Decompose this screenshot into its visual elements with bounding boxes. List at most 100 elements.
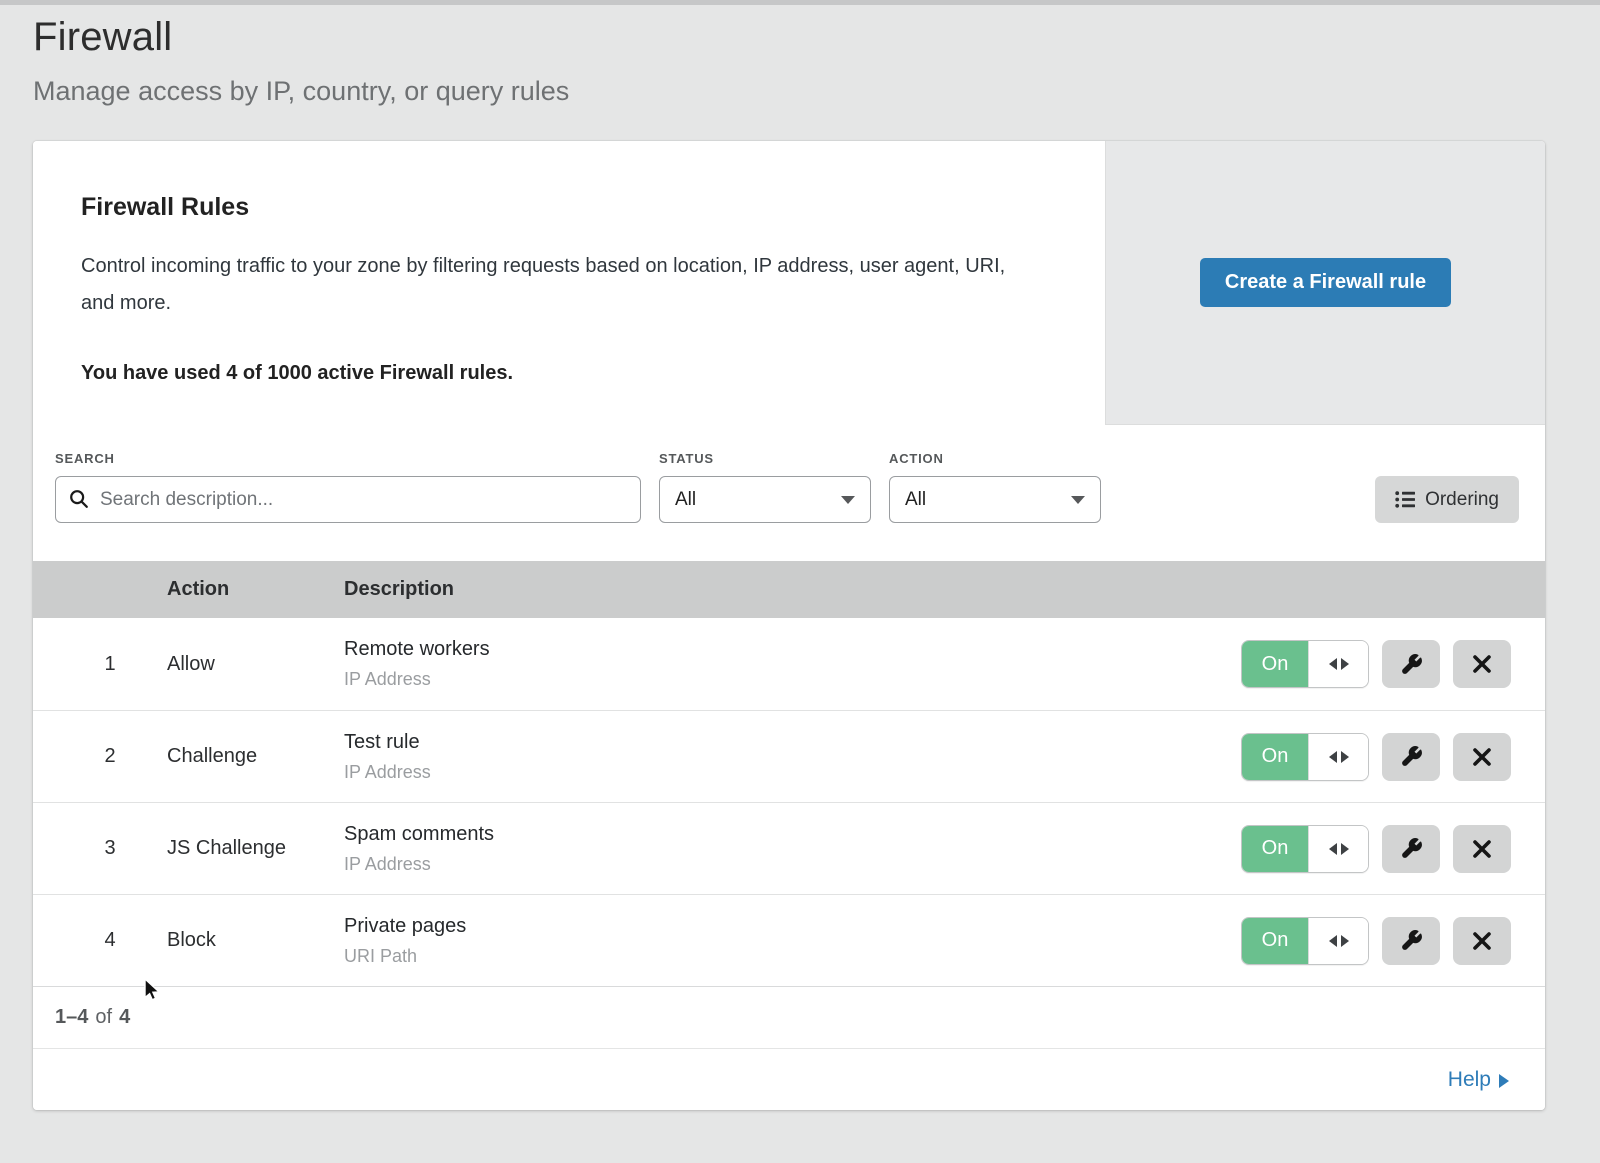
pagination: 1–4 of 4 <box>33 986 1545 1048</box>
action-column-header: Action <box>167 578 344 601</box>
table-row: 4 Block Private pages URI Path On <box>33 894 1545 986</box>
table-row: 1 Allow Remote workers IP Address On <box>33 618 1545 710</box>
triangle-right-icon <box>1341 658 1349 670</box>
rule-enabled-toggle[interactable]: On <box>1241 917 1369 965</box>
rule-action: JS Challenge <box>167 837 344 860</box>
rule-action: Block <box>167 929 344 952</box>
search-input[interactable] <box>55 476 641 523</box>
triangle-right-icon <box>1341 751 1349 763</box>
action-selected-value: All <box>905 489 926 511</box>
wrench-icon <box>1400 653 1423 676</box>
rule-match-type: IP Address <box>344 762 1241 783</box>
rule-match-type: IP Address <box>344 669 1241 690</box>
rule-action: Allow <box>167 653 344 676</box>
chevron-down-icon <box>1070 495 1086 505</box>
rule-description-cell: Remote workers IP Address <box>344 638 1241 690</box>
wrench-icon <box>1400 929 1423 952</box>
rule-description: Spam comments <box>344 823 1241 846</box>
triangle-right-icon <box>1341 843 1349 855</box>
rule-controls: On <box>1241 917 1545 965</box>
triangle-right-icon <box>1341 935 1349 947</box>
triangle-left-icon <box>1329 843 1337 855</box>
status-select[interactable]: All <box>659 476 871 523</box>
toggle-on-label[interactable]: On <box>1242 641 1308 687</box>
search-label: SEARCH <box>55 451 641 466</box>
firewall-rules-card: Firewall Rules Control incoming traffic … <box>33 141 1545 1110</box>
ordering-button[interactable]: Ordering <box>1375 476 1519 523</box>
edit-rule-button[interactable] <box>1382 825 1440 873</box>
toggle-drag-handle[interactable] <box>1308 641 1368 687</box>
rule-description: Remote workers <box>344 638 1241 661</box>
edit-rule-button[interactable] <box>1382 917 1440 965</box>
pagination-range: 1–4 <box>55 1006 88 1029</box>
page-header: Firewall Manage access by IP, country, o… <box>33 15 1600 107</box>
close-icon <box>1472 839 1492 859</box>
wrench-icon <box>1400 837 1423 860</box>
close-icon <box>1472 747 1492 767</box>
intro-description: Control incoming traffic to your zone by… <box>81 248 1031 322</box>
toggle-drag-handle[interactable] <box>1308 918 1368 964</box>
close-icon <box>1472 931 1492 951</box>
rule-priority: 4 <box>33 929 167 952</box>
rule-match-type: URI Path <box>344 946 1241 967</box>
chevron-down-icon <box>840 495 856 505</box>
delete-rule-button[interactable] <box>1453 640 1511 688</box>
create-rule-panel: Create a Firewall rule <box>1105 141 1545 425</box>
arrow-right-icon <box>1499 1074 1509 1088</box>
status-selected-value: All <box>675 489 696 511</box>
filters-bar: SEARCH STATUS All ACTION All <box>33 425 1545 561</box>
edit-rule-button[interactable] <box>1382 640 1440 688</box>
page-title: Firewall <box>33 15 1600 60</box>
edit-rule-button[interactable] <box>1382 733 1440 781</box>
window-top-edge <box>0 0 1600 5</box>
pagination-total: 4 <box>119 1006 130 1029</box>
table-row: 2 Challenge Test rule IP Address On <box>33 710 1545 802</box>
intro-section: Firewall Rules Control incoming traffic … <box>33 141 1545 425</box>
rule-controls: On <box>1241 640 1545 688</box>
rule-action: Challenge <box>167 745 344 768</box>
rule-enabled-toggle[interactable]: On <box>1241 825 1369 873</box>
intro-text-panel: Firewall Rules Control incoming traffic … <box>33 141 1105 425</box>
rule-description-cell: Test rule IP Address <box>344 731 1241 783</box>
rule-priority: 2 <box>33 745 167 768</box>
help-row: Help <box>33 1048 1545 1110</box>
action-filter-group: ACTION All <box>889 451 1101 523</box>
triangle-left-icon <box>1329 935 1337 947</box>
toggle-drag-handle[interactable] <box>1308 826 1368 872</box>
close-icon <box>1472 654 1492 674</box>
rules-usage-text: You have used 4 of 1000 active Firewall … <box>81 362 1045 385</box>
rule-controls: On <box>1241 825 1545 873</box>
delete-rule-button[interactable] <box>1453 917 1511 965</box>
delete-rule-button[interactable] <box>1453 825 1511 873</box>
page-subtitle: Manage access by IP, country, or query r… <box>33 76 1600 107</box>
rule-controls: On <box>1241 733 1545 781</box>
ordering-button-label: Ordering <box>1425 489 1499 511</box>
table-header: Action Description <box>33 561 1545 618</box>
help-link-label: Help <box>1448 1068 1491 1092</box>
action-select[interactable]: All <box>889 476 1101 523</box>
toggle-on-label[interactable]: On <box>1242 918 1308 964</box>
search-icon <box>68 488 90 510</box>
table-row: 3 JS Challenge Spam comments IP Address … <box>33 802 1545 894</box>
rule-priority: 1 <box>33 653 167 676</box>
help-link[interactable]: Help <box>1448 1068 1509 1092</box>
ordered-list-icon <box>1395 491 1415 508</box>
toggle-drag-handle[interactable] <box>1308 734 1368 780</box>
toggle-on-label[interactable]: On <box>1242 734 1308 780</box>
pagination-of: of <box>95 1006 112 1029</box>
rule-enabled-toggle[interactable]: On <box>1241 733 1369 781</box>
status-label: STATUS <box>659 451 871 466</box>
rule-priority: 3 <box>33 837 167 860</box>
rule-description: Private pages <box>344 915 1241 938</box>
status-filter-group: STATUS All <box>659 451 871 523</box>
triangle-left-icon <box>1329 658 1337 670</box>
triangle-left-icon <box>1329 751 1337 763</box>
rule-enabled-toggle[interactable]: On <box>1241 640 1369 688</box>
table-body: 1 Allow Remote workers IP Address On <box>33 618 1545 986</box>
create-firewall-rule-button[interactable]: Create a Firewall rule <box>1200 258 1451 307</box>
delete-rule-button[interactable] <box>1453 733 1511 781</box>
toggle-on-label[interactable]: On <box>1242 826 1308 872</box>
rule-match-type: IP Address <box>344 854 1241 875</box>
rule-description-cell: Private pages URI Path <box>344 915 1241 967</box>
rule-description: Test rule <box>344 731 1241 754</box>
